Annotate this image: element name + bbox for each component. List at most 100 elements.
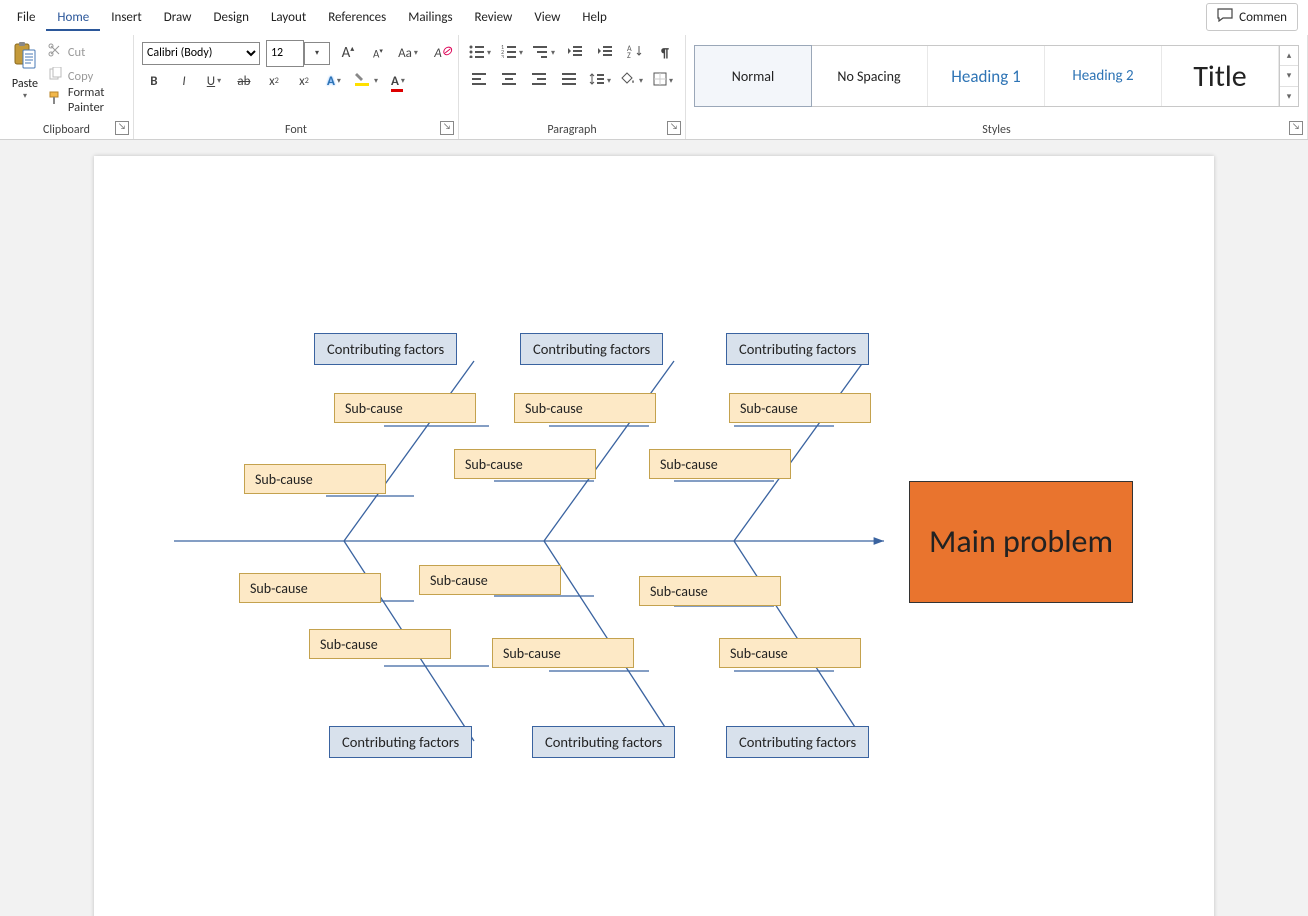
style-heading2[interactable]: Heading 2 [1045,46,1162,106]
cut-label: Cut [68,45,85,60]
factor-top-1[interactable]: Contributing factors [314,333,457,365]
paste-label: Paste [12,77,38,91]
copy-icon [48,67,62,85]
menu-draw[interactable]: Draw [153,4,203,31]
style-title[interactable]: Title [1162,46,1279,106]
bullets-button[interactable] [467,42,493,64]
shrink-font-button[interactable]: A▾ [366,42,390,64]
italic-button[interactable]: I [172,70,196,92]
menu-insert[interactable]: Insert [100,4,153,31]
sort-button[interactable]: AZ [623,42,647,64]
menu-review[interactable]: Review [464,4,524,31]
font-color-button[interactable]: A [386,70,410,92]
font-size-dd[interactable]: ▾ [304,42,330,65]
align-center-icon [502,73,516,89]
document-area: Contributing factors Contributing factor… [0,140,1308,916]
cut-button[interactable]: Cut [48,41,125,63]
shading-icon [621,72,637,90]
copy-button[interactable]: Copy [48,65,125,87]
sub-top-3b[interactable]: Sub-cause [649,449,791,479]
copy-label: Copy [68,69,93,84]
strike-button[interactable]: ab [232,70,256,92]
sub-top-2a[interactable]: Sub-cause [514,393,656,423]
factor-bot-3[interactable]: Contributing factors [726,726,869,758]
factor-top-2[interactable]: Contributing factors [520,333,663,365]
grow-font-button[interactable]: A▴ [336,42,360,64]
change-case-button[interactable]: Aa [396,42,420,64]
bold-button[interactable]: B [142,70,166,92]
menu-view[interactable]: View [523,4,571,31]
multilevel-icon [533,44,549,62]
sub-top-1b[interactable]: Sub-cause [244,464,386,494]
clear-format-button[interactable]: A⊘ [426,42,450,64]
sub-bot-1a[interactable]: Sub-cause [239,573,381,603]
menu-layout[interactable]: Layout [260,4,317,31]
align-right-icon [532,73,546,89]
sub-top-1a[interactable]: Sub-cause [334,393,476,423]
format-painter-button[interactable]: Format Painter [48,89,125,111]
menu-bar: File Home Insert Draw Design Layout Refe… [0,0,1308,35]
numbering-button[interactable]: 123 [499,42,525,64]
superscript-button[interactable]: x2 [292,70,316,92]
ribbon: Paste ▾ Cut Copy Format Painter Clipboar… [0,35,1308,140]
styles-up[interactable]: ▴ [1280,46,1298,66]
text-effects-button[interactable]: A [322,70,346,92]
numbering-icon: 123 [501,44,517,62]
inc-indent-icon [597,44,613,62]
sub-top-2b[interactable]: Sub-cause [454,449,596,479]
styles-more[interactable]: ▾ [1280,87,1298,106]
group-label-clipboard: Clipboard [0,123,133,137]
style-normal[interactable]: Normal [694,45,812,107]
underline-button[interactable]: U [202,70,226,92]
align-left-button[interactable] [467,70,491,92]
styles-down[interactable]: ▾ [1280,66,1298,86]
increase-indent-button[interactable] [593,42,617,64]
format-painter-icon [48,91,62,109]
align-right-button[interactable] [527,70,551,92]
paste-icon [12,41,38,75]
subscript-button[interactable]: x2 [262,70,286,92]
group-clipboard: Paste ▾ Cut Copy Format Painter Clipboar… [0,35,134,139]
factor-bot-1[interactable]: Contributing factors [329,726,472,758]
multilevel-button[interactable] [531,42,557,64]
page[interactable]: Contributing factors Contributing factor… [94,156,1214,916]
font-size-input[interactable] [266,40,304,67]
borders-icon [653,72,667,90]
sub-bot-3b[interactable]: Sub-cause [719,638,861,668]
shading-button[interactable] [619,70,645,92]
menu-mailings[interactable]: Mailings [397,4,463,31]
sub-bot-2b[interactable]: Sub-cause [492,638,634,668]
borders-button[interactable] [651,70,675,92]
menu-design[interactable]: Design [202,4,259,31]
sub-bot-1b[interactable]: Sub-cause [309,629,451,659]
highlight-icon [354,71,372,91]
style-heading1[interactable]: Heading 1 [928,46,1045,106]
styles-launcher[interactable]: ↘ [1289,121,1303,135]
paste-button[interactable]: Paste ▾ [8,39,42,111]
style-no-spacing[interactable]: No Spacing [811,46,928,106]
menu-help[interactable]: Help [571,4,617,31]
justify-button[interactable] [557,70,581,92]
align-center-button[interactable] [497,70,521,92]
sort-icon: AZ [627,44,643,62]
highlight-button[interactable] [352,70,380,92]
show-marks-button[interactable]: ¶ [653,42,677,64]
factor-top-3[interactable]: Contributing factors [726,333,869,365]
sub-top-3a[interactable]: Sub-cause [729,393,871,423]
menu-home[interactable]: Home [46,4,100,31]
group-font: Calibri (Body) ▾ A▴ A▾ Aa A⊘ B I U ab x2… [134,35,459,139]
paragraph-launcher[interactable]: ↘ [667,121,681,135]
sub-bot-2a[interactable]: Sub-cause [419,565,561,595]
main-problem-box[interactable]: Main problem [909,481,1133,603]
font-name-select[interactable]: Calibri (Body) [142,42,260,65]
decrease-indent-button[interactable] [563,42,587,64]
font-launcher[interactable]: ↘ [440,121,454,135]
comment-button[interactable]: Commen [1206,3,1298,31]
line-spacing-button[interactable] [587,70,613,92]
factor-bot-2[interactable]: Contributing factors [532,726,675,758]
menu-file[interactable]: File [6,4,46,31]
sub-bot-3a[interactable]: Sub-cause [639,576,781,606]
scissors-icon [48,43,62,61]
menu-references[interactable]: References [317,4,397,31]
clipboard-launcher[interactable]: ↘ [115,121,129,135]
